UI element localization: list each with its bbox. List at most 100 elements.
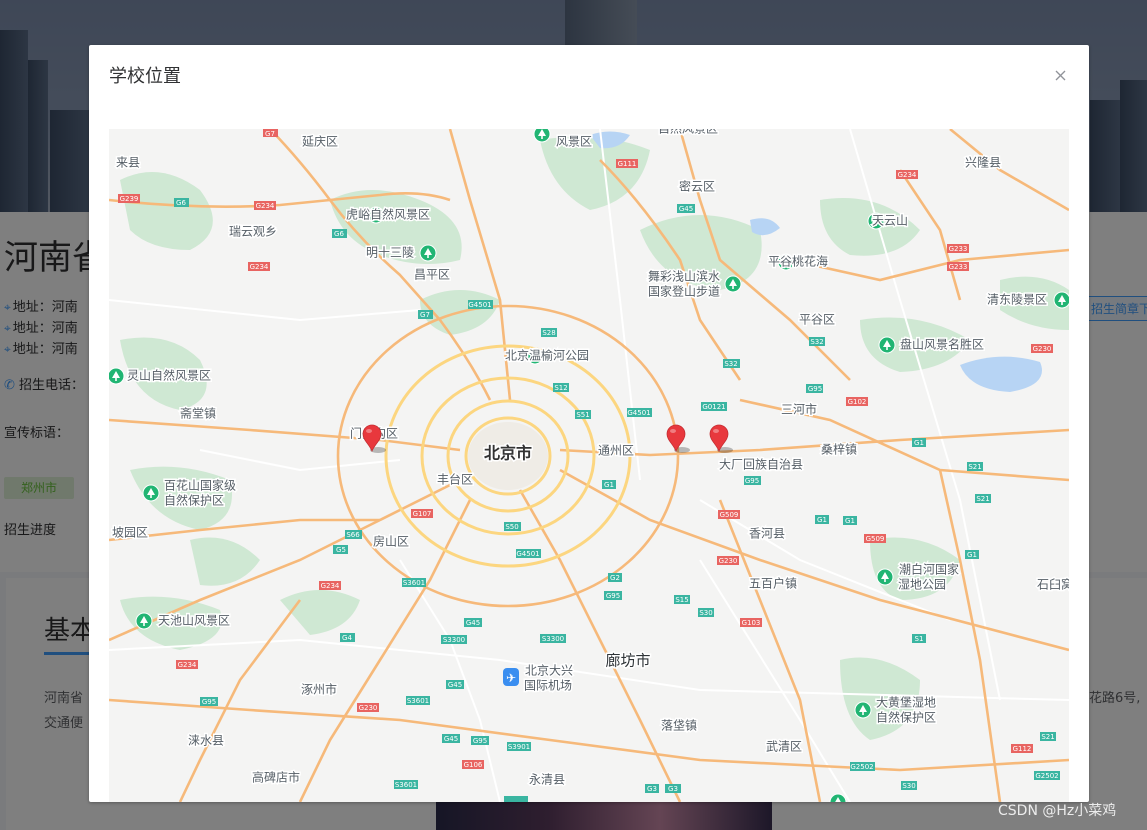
svg-text:G234: G234 xyxy=(321,582,340,590)
svg-text:S15: S15 xyxy=(675,596,688,604)
poi-label: 北京大兴 xyxy=(525,664,573,678)
poi-label: 天云山 xyxy=(872,214,908,228)
svg-text:S28: S28 xyxy=(542,329,555,337)
park-icon[interactable] xyxy=(109,367,125,385)
park-icon[interactable] xyxy=(876,568,894,586)
svg-text:S21: S21 xyxy=(976,495,989,503)
svg-text:G95: G95 xyxy=(606,592,620,600)
svg-text:S3601: S3601 xyxy=(403,579,425,587)
svg-text:G233: G233 xyxy=(949,245,968,253)
district-label: 延庆区 xyxy=(302,135,338,149)
svg-text:G2502: G2502 xyxy=(850,763,873,771)
poi-label: 盘山风景名胜区 xyxy=(900,337,984,352)
svg-text:S21: S21 xyxy=(1041,733,1054,741)
svg-text:S3300: S3300 xyxy=(542,635,564,643)
poi-label: 舞彩浅山滨水 xyxy=(648,269,720,284)
svg-text:✈: ✈ xyxy=(506,671,516,685)
poi-label: 天池山风景区 xyxy=(158,614,230,628)
svg-text:G106: G106 xyxy=(464,761,483,769)
poi-label: 百花山国家级 xyxy=(164,478,236,493)
svg-text:S32: S32 xyxy=(724,360,737,368)
town-label: 石臼窝 xyxy=(1037,577,1069,592)
park-icon[interactable] xyxy=(142,484,160,502)
park-icon[interactable] xyxy=(724,275,742,293)
poi-label: 北京温榆河公园 xyxy=(505,348,589,363)
poi-label: 潮白河国家 xyxy=(899,562,959,577)
district-label: 坡园区 xyxy=(112,526,148,540)
svg-text:S1: S1 xyxy=(915,635,924,643)
district-label: 丰台区 xyxy=(437,472,473,487)
svg-text:G230: G230 xyxy=(359,704,378,712)
poi-label: 灵山自然风景区 xyxy=(127,368,211,383)
svg-text:G234: G234 xyxy=(250,263,269,271)
district-label: 涿州市 xyxy=(301,682,337,697)
svg-text:G7: G7 xyxy=(265,130,275,138)
svg-text:G45: G45 xyxy=(444,735,458,743)
airport-icon[interactable]: ✈ xyxy=(503,668,519,686)
district-label: 武清区 xyxy=(766,740,802,754)
svg-text:S30: S30 xyxy=(699,609,712,617)
svg-text:G45: G45 xyxy=(448,681,462,689)
svg-text:S21: S21 xyxy=(968,463,981,471)
svg-text:G239: G239 xyxy=(120,195,139,203)
park-icon[interactable] xyxy=(135,612,153,630)
svg-text:G112: G112 xyxy=(1013,745,1032,753)
svg-text:G3: G3 xyxy=(668,785,678,793)
district-label: 香河县 xyxy=(749,527,785,541)
poi-label: 清东陵景区 xyxy=(987,293,1047,307)
park-icon[interactable] xyxy=(1053,291,1069,309)
district-label: 平谷区 xyxy=(799,313,835,327)
svg-text:S32: S32 xyxy=(810,338,823,346)
park-icon[interactable] xyxy=(533,129,551,143)
svg-text:G230: G230 xyxy=(719,557,738,565)
svg-text:G234: G234 xyxy=(898,171,917,179)
poi-label: 大黄堡湿地 xyxy=(876,695,936,710)
svg-text:G1: G1 xyxy=(845,517,855,525)
district-label: 通州区 xyxy=(598,444,634,458)
svg-text:S12: S12 xyxy=(554,384,567,392)
town-label: 瑞云观乡 xyxy=(229,225,277,239)
park-icon[interactable] xyxy=(419,244,437,262)
svg-text:G1: G1 xyxy=(604,481,614,489)
baidu-map[interactable]: G7 G239 G6 G234 G6 G234 G7 G4501 G111 G4… xyxy=(109,129,1069,802)
poi-label: 国际机场 xyxy=(524,679,572,693)
svg-text:G509: G509 xyxy=(866,535,885,543)
svg-text:G7: G7 xyxy=(420,311,430,319)
svg-text:G103: G103 xyxy=(742,619,761,627)
district-label: 三河市 xyxy=(781,402,817,417)
svg-text:G4501: G4501 xyxy=(468,301,491,309)
poi-label: 自然保护区 xyxy=(164,493,224,508)
park-icon[interactable] xyxy=(854,701,872,719)
city-label: 北京市 xyxy=(484,444,532,463)
district-label: 兴隆县 xyxy=(965,155,1001,170)
svg-text:G111: G111 xyxy=(618,160,637,168)
park-icon[interactable] xyxy=(878,336,896,354)
svg-text:S30: S30 xyxy=(902,782,915,790)
svg-text:G95: G95 xyxy=(745,477,759,485)
district-label: 密云区 xyxy=(679,179,715,194)
svg-text:S3901: S3901 xyxy=(508,743,530,751)
town-label: 桑梓镇 xyxy=(821,442,857,457)
svg-text:G1: G1 xyxy=(817,516,827,524)
district-label: 房山区 xyxy=(373,534,409,549)
svg-text:S3300: S3300 xyxy=(443,636,465,644)
svg-text:G234: G234 xyxy=(178,661,197,669)
city-label: 廊坊市 xyxy=(605,652,650,670)
district-label: 大厂回族自治县 xyxy=(719,458,803,472)
svg-text:S50: S50 xyxy=(505,523,518,531)
svg-text:G3: G3 xyxy=(647,785,657,793)
close-icon[interactable] xyxy=(1051,65,1071,85)
town-label: 落垡镇 xyxy=(661,718,697,733)
csdn-watermark: CSDN @Hz小菜鸡 xyxy=(998,803,1117,819)
svg-text:G5: G5 xyxy=(336,546,346,554)
svg-text:G4501: G4501 xyxy=(516,550,539,558)
district-label: 涞水县 xyxy=(188,734,224,748)
town-label: 五百户镇 xyxy=(749,576,797,591)
svg-text:G233: G233 xyxy=(949,263,968,271)
svg-text:G107: G107 xyxy=(413,510,432,518)
svg-text:G95: G95 xyxy=(808,385,822,393)
svg-text:G0121: G0121 xyxy=(702,403,725,411)
svg-text:G45: G45 xyxy=(679,205,693,213)
poi-label: 风景区 xyxy=(556,135,592,149)
svg-text:G95: G95 xyxy=(202,698,216,706)
